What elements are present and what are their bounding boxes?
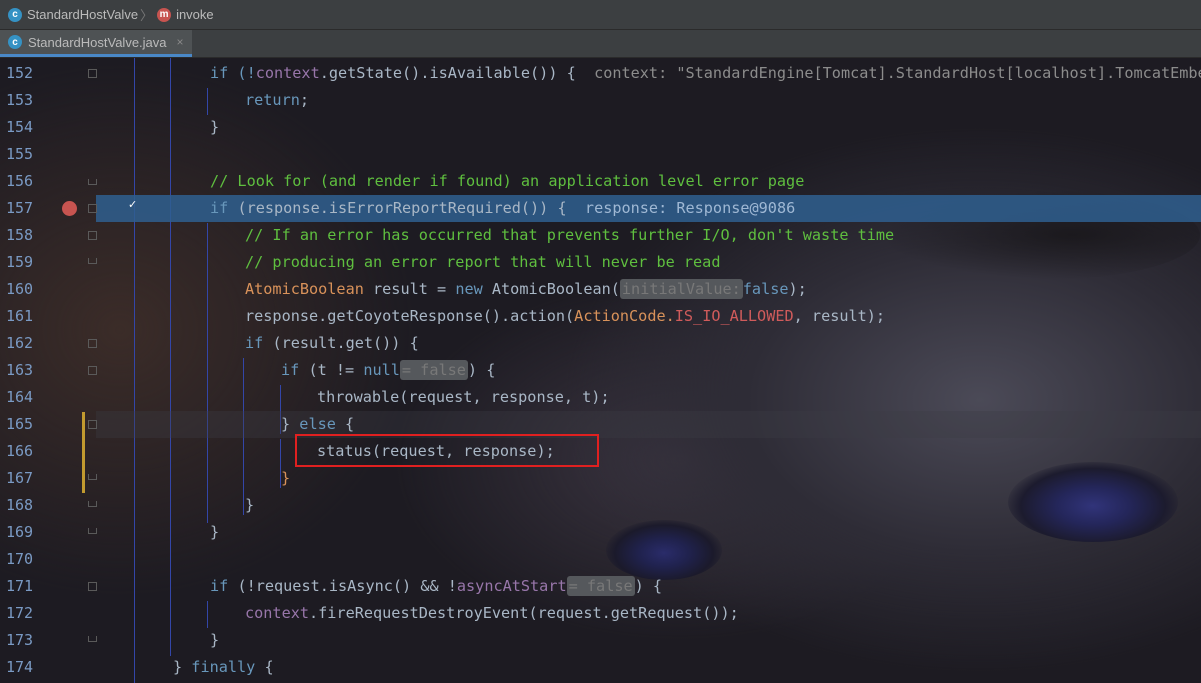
code-line: 171 if (!request.isAsync() && !asyncAtSt… — [0, 573, 1201, 600]
code-comment: // producing an error report that will n… — [245, 253, 721, 271]
inline-debug-value: response: Response@9086 — [584, 199, 796, 217]
code-line: 158 // If an error has occurred that pre… — [0, 222, 1201, 249]
code-line: 164 throwable(request, response, t); — [0, 384, 1201, 411]
code-line: 162 if (result.get()) { — [0, 330, 1201, 357]
class-c-icon: c — [8, 35, 22, 49]
line-number: 154 — [6, 118, 34, 136]
fold-marker-icon[interactable] — [88, 69, 97, 78]
code-text: } — [281, 469, 291, 487]
breadcrumb-method[interactable]: m invoke — [157, 7, 214, 22]
code-text: if (t != null = false) { — [281, 360, 496, 380]
code-line: 152 if (!context.getState().isAvailable(… — [0, 60, 1201, 87]
caret-line-highlight — [96, 411, 1201, 438]
code-line-current-execution: 157 ✓ if (response.isErrorReportRequired… — [0, 195, 1201, 222]
code-line: 168 } — [0, 492, 1201, 519]
code-text: throwable(request, response, t); — [317, 388, 610, 406]
fold-marker-icon[interactable] — [88, 474, 97, 480]
code-text: response.getCoyoteResponse().action(Acti… — [245, 307, 886, 325]
line-number: 152 — [6, 64, 34, 82]
code-text: if (result.get()) { — [245, 334, 419, 352]
code-line: 170 — [0, 546, 1201, 573]
code-text: if (!request.isAsync() && !asyncAtStart =… — [210, 576, 663, 596]
line-number: 153 — [6, 91, 34, 109]
line-number: 168 — [6, 496, 34, 514]
code-line: 165 } else { — [0, 411, 1201, 438]
line-number: 162 — [6, 334, 34, 352]
inline-debug-value: context: "StandardEngine[Tomcat].Standar… — [594, 64, 1201, 82]
fold-marker-icon[interactable] — [88, 258, 97, 264]
line-number: 155 — [6, 145, 34, 163]
code-line: 161 response.getCoyoteResponse().action(… — [0, 303, 1201, 330]
code-line: 163 if (t != null = false) { — [0, 357, 1201, 384]
code-line: 172 context.fireRequestDestroyEvent(requ… — [0, 600, 1201, 627]
fold-marker-icon[interactable] — [88, 582, 97, 591]
line-number: 165 — [6, 415, 34, 433]
line-number: 160 — [6, 280, 34, 298]
line-number: 174 — [6, 658, 34, 676]
code-line: 169 } — [0, 519, 1201, 546]
fold-marker-icon[interactable] — [88, 420, 97, 429]
fold-marker-icon[interactable] — [88, 636, 97, 642]
line-number: 173 — [6, 631, 34, 649]
code-line: 160 AtomicBoolean result = new AtomicBoo… — [0, 276, 1201, 303]
code-line: 153 return; — [0, 87, 1201, 114]
fold-marker-icon[interactable] — [88, 366, 97, 375]
chevron-right-icon: 〉 — [140, 8, 154, 23]
code-line: 174 } finally { — [0, 654, 1201, 681]
annotation-highlight-box — [295, 434, 599, 467]
editor-tab-bar: c StandardHostValve.java × — [0, 30, 1201, 58]
line-number: 156 — [6, 172, 34, 190]
fold-marker-icon[interactable] — [88, 501, 97, 507]
inline-value-hint: = false — [399, 360, 468, 380]
code-text: if (response.isErrorReportRequired()) { … — [210, 199, 796, 217]
code-line: 173 } — [0, 627, 1201, 654]
line-number: 170 — [6, 550, 34, 568]
tab-label: StandardHostValve.java — [28, 34, 167, 50]
line-number: 164 — [6, 388, 34, 406]
line-number: 163 — [6, 361, 34, 379]
tab-standardhostvalve-java[interactable]: c StandardHostValve.java × — [0, 30, 192, 57]
line-number: 158 — [6, 226, 34, 244]
code-text: } — [245, 496, 255, 514]
code-text: return; — [245, 91, 310, 109]
fold-marker-icon[interactable] — [88, 204, 97, 213]
navigation-bar: c StandardHostValve 〉 m invoke — [0, 0, 1201, 30]
code-text: AtomicBoolean result = new AtomicBoolean… — [245, 279, 807, 299]
breadcrumb-class-label: StandardHostValve — [27, 7, 139, 22]
close-icon[interactable]: × — [177, 35, 184, 49]
code-line: 159 // producing an error report that wi… — [0, 249, 1201, 276]
line-number: 171 — [6, 577, 34, 595]
code-line: 166 status(request, response); — [0, 438, 1201, 465]
code-text: } — [210, 631, 220, 649]
code-line: 154 } — [0, 114, 1201, 185]
fold-marker-icon[interactable] — [88, 528, 97, 534]
code-editor[interactable]: 152 if (!context.getState().isAvailable(… — [0, 58, 1201, 683]
line-number: 161 — [6, 307, 34, 325]
line-number: 172 — [6, 604, 34, 622]
line-number: 166 — [6, 442, 34, 460]
line-number: 157 — [6, 199, 34, 217]
code-comment: // If an error has occurred that prevent… — [245, 226, 895, 244]
code-line: 156 // Look for (and render if found) an… — [0, 168, 1201, 195]
fold-marker-icon[interactable] — [88, 339, 97, 348]
line-number: 167 — [6, 469, 34, 487]
line-number: 159 — [6, 253, 34, 271]
breadcrumb-class[interactable]: c StandardHostValve — [8, 7, 138, 22]
class-c-icon: c — [8, 7, 22, 22]
code-text: if (!context.getState().isAvailable()) {… — [210, 60, 1201, 87]
inline-value-hint: = false — [566, 576, 635, 596]
code-text: } finally { — [173, 658, 274, 676]
code-comment: // Look for (and render if found) an app… — [210, 172, 805, 190]
breakpoint-icon[interactable]: ✓ — [62, 198, 137, 216]
code-line: 155 — [0, 141, 1201, 168]
method-m-icon: m — [157, 7, 172, 22]
fold-marker-icon[interactable] — [88, 231, 97, 240]
code-line: 167 } — [0, 465, 1201, 492]
code-text: context.fireRequestDestroyEvent(request.… — [245, 604, 739, 622]
code-text: } — [210, 523, 220, 541]
line-number: 169 — [6, 523, 34, 541]
breadcrumb-method-label: invoke — [176, 7, 214, 22]
parameter-hint: initialValue: — [619, 279, 743, 299]
code-text: } — [210, 118, 220, 136]
